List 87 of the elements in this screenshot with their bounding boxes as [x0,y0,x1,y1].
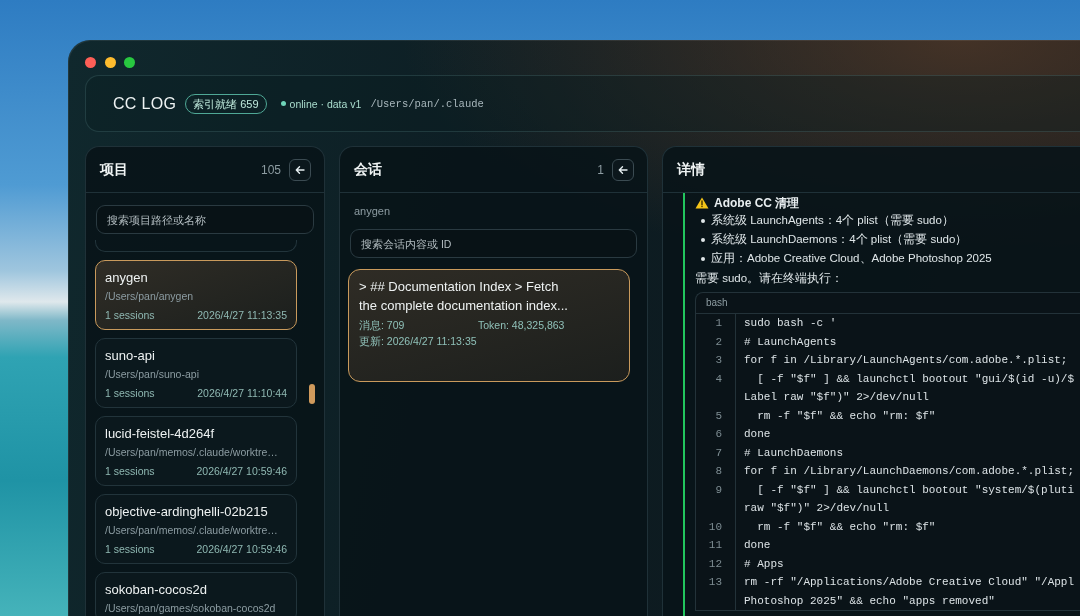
project-path: /Users/pan/games/sokoban-cocos2d [105,601,277,616]
line-number: 5 [715,409,722,422]
bullet-text: 应用：Adobe Creative Cloud、Adobe Photoshop 2025 [711,251,992,266]
back-button[interactable] [289,158,311,181]
code-line: # LaunchAgents [744,334,837,350]
updated-time: 更新: 2026/4/27 11:13:35 [359,333,477,349]
session-count: 1 sessions [105,464,155,479]
bullet-icon [701,218,705,223]
panel-title: 详情 [677,160,705,179]
session-card[interactable]: > ## Documentation Index > Fetch the complete documentation index... 消息: 709 Token: 48,325,863 更新: 2026/4/27 11:13:35 [348,269,630,382]
session-count: 1 sessions [105,308,155,323]
updated-time: 2026/4/27 11:10:44 [197,386,287,401]
line-number: 7 [715,446,722,459]
code-line: rm -f "$f" && echo "rm: $f" [756,519,936,535]
session-count: 1 sessions [105,542,155,557]
line-number: 1 [715,317,722,329]
message-heading: Adobe CC 清理 [714,195,800,211]
code-line: [ -f "$f" ] && launchctl bootout "gui/$(id -u)/$ [756,371,1075,387]
project-path: /Users/pan/memos/.claude/worktre… [105,523,279,538]
item-count: 1 [597,162,604,177]
bullet-icon [701,256,705,261]
line-number: 8 [715,465,722,477]
back-button[interactable] [612,158,634,181]
bullet-text: 系统级 LaunchDaemons：4个 plist（需要 sudo） [711,232,968,247]
minimize-button[interactable] [104,57,116,68]
line-number: 3 [715,354,722,366]
line-number: 10 [708,520,722,533]
code-line: for f in /Library/LaunchAgents/com.adobe.*.plist; [744,353,1068,368]
maximize-button[interactable] [124,57,135,68]
code-line: rm -rf "/Applications/Adobe Creative Cloud" "/Appl [744,575,1075,590]
app-title: CC LOG [113,94,177,113]
line-number: 6 [715,428,722,440]
project-path: /Users/pan/memos/.claude/worktre… [105,445,279,460]
updated-time: 2026/4/27 10:59:46 [196,542,287,557]
project-name: sokoban-cocos2d [105,581,208,598]
panel-title: 项目 [100,160,128,179]
line-number: 9 [715,483,722,496]
updated-time: 2026/4/27 11:13:35 [197,308,287,323]
search-field[interactable]: 搜索会话内容或 ID [350,229,637,258]
project-path: /Users/pan/anygen [105,289,195,304]
warning-icon [695,197,709,209]
updated-time: 2026/4/27 10:59:46 [196,464,287,479]
code-language: bash [696,293,1080,314]
item-count: 105 [260,162,281,177]
code-line: rm -f "$f" && echo "rm: $f" [756,408,936,424]
code-line: for f in /Library/LaunchDaemons/com.adobe.*.plist; [744,464,1075,479]
code-line: Photoshop 2025" && echo "apps removed" [744,593,995,609]
panel-title: 会话 [354,160,382,179]
scrollbar-thumb[interactable] [309,384,315,404]
status-dot-icon [280,101,286,106]
project-card[interactable]: objective-ardinghelli-02b215 /Users/pan/memos/.claude/worktre… 1 sessions 2026/4/27 10:59:46 [95,494,297,564]
project-name: lucid-feistel-4d264f [105,425,216,442]
line-number: 11 [708,539,722,551]
project-name: objective-ardinghelli-02b215 [105,503,269,520]
project-card[interactable]: suno-api /Users/pan/suno-api 1 sessions 2026/4/27 11:10:44 [95,338,297,408]
arrow-left-icon [295,164,305,175]
code-line: # LaunchDaemons [744,445,844,461]
code-line: sudo bash -c ' [744,316,837,331]
arrow-left-icon [618,164,628,175]
search-field[interactable]: 搜索项目路径或名称 [96,205,314,234]
code-line: done [744,538,771,553]
close-button[interactable] [85,57,96,68]
data-path: /Users/pan/.claude [370,97,484,110]
bullet-icon [701,237,705,242]
code-line: Label raw "$f")" 2>/dev/null [744,390,929,405]
bullet-text: 系统级 LaunchAgents：4个 plist（需要 sudo） [711,213,954,228]
project-card[interactable]: sokoban-cocos2d /Users/pan/games/sokoban-cocos2d [95,572,297,616]
project-name: anygen [105,269,149,286]
code-line: [ -f "$f" ] && launchctl bootout "system/$(pluti [756,482,1075,498]
status-text: online · data v1 [289,97,362,110]
session-count: 1 sessions [105,386,155,401]
code-line: raw "$f")" 2>/dev/null [744,501,890,516]
session-title: > ## Documentation Index > Fetch the complete documentation index... [359,278,569,315]
token-count: Token: 48,325,863 [478,318,565,333]
code-line: done [744,427,771,442]
line-number: 2 [715,335,722,348]
line-number: 13 [708,576,722,588]
project-label: anygen [353,204,392,218]
project-card[interactable]: lucid-feistel-4d264f /Users/pan/memos/.claude/worktre… 1 sessions 2026/4/27 10:59:46 [95,416,297,486]
project-card[interactable]: anygen /Users/pan/anygen 1 sessions 2026/4/27 11:13:35 [95,260,297,330]
project-path: /Users/pan/suno-api [105,367,200,382]
code-line: # Apps [744,556,784,572]
line-number: 12 [708,557,722,570]
line-number: 4 [715,372,722,385]
project-name: suno-api [105,347,156,364]
message-count: 消息: 709 [359,318,405,333]
message-text: 需要 sudo。请在终端执行： [695,271,845,286]
